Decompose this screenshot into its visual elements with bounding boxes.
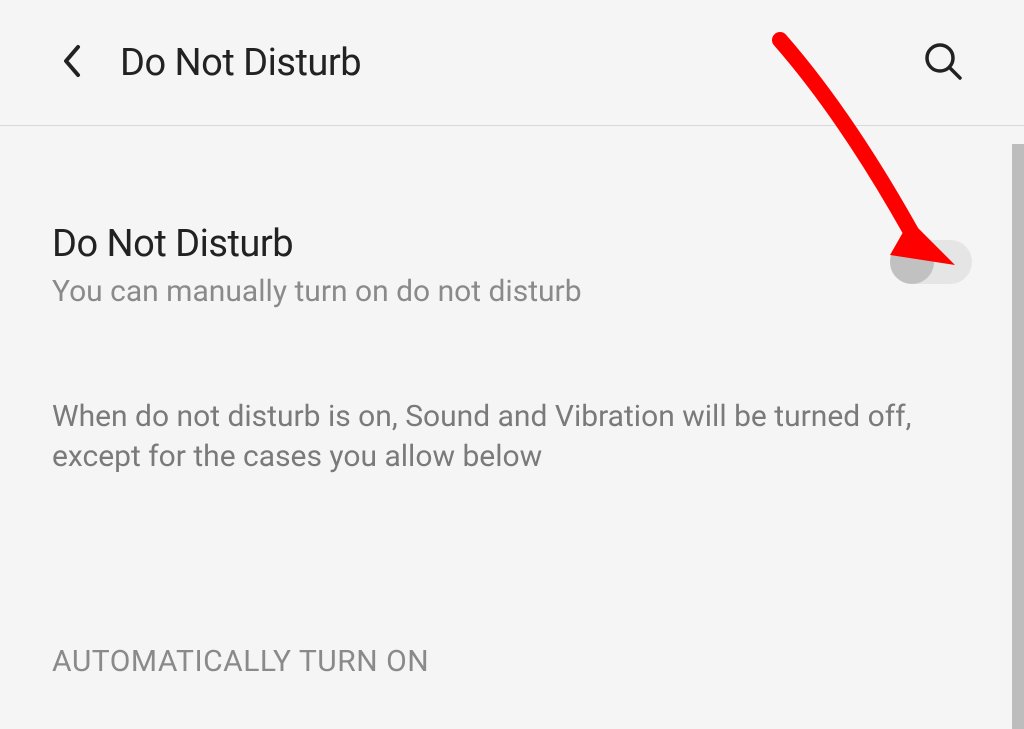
dnd-toggle-knob	[890, 240, 934, 284]
dnd-setting-row: Do Not Disturb You can manually turn on …	[52, 126, 972, 313]
dnd-description: When do not disturb is on, Sound and Vib…	[52, 313, 972, 478]
chevron-left-icon	[60, 43, 82, 82]
dnd-setting-title: Do Not Disturb	[52, 222, 860, 266]
content-area: Do Not Disturb You can manually turn on …	[0, 126, 1024, 679]
dnd-setting-subtitle: You can manually turn on do not disturb	[52, 272, 860, 313]
auto-turn-on-header: AUTOMATICALLY TURN ON	[52, 478, 972, 679]
scrollbar-track[interactable]	[1012, 144, 1024, 729]
search-icon	[922, 40, 964, 85]
dnd-toggle[interactable]	[890, 240, 972, 284]
header-left: Do Not Disturb	[60, 41, 361, 85]
page-title: Do Not Disturb	[120, 41, 361, 85]
app-header: Do Not Disturb	[0, 0, 1024, 125]
search-button[interactable]	[922, 40, 964, 85]
dnd-setting-text: Do Not Disturb You can manually turn on …	[52, 222, 890, 313]
back-button[interactable]	[60, 43, 82, 82]
